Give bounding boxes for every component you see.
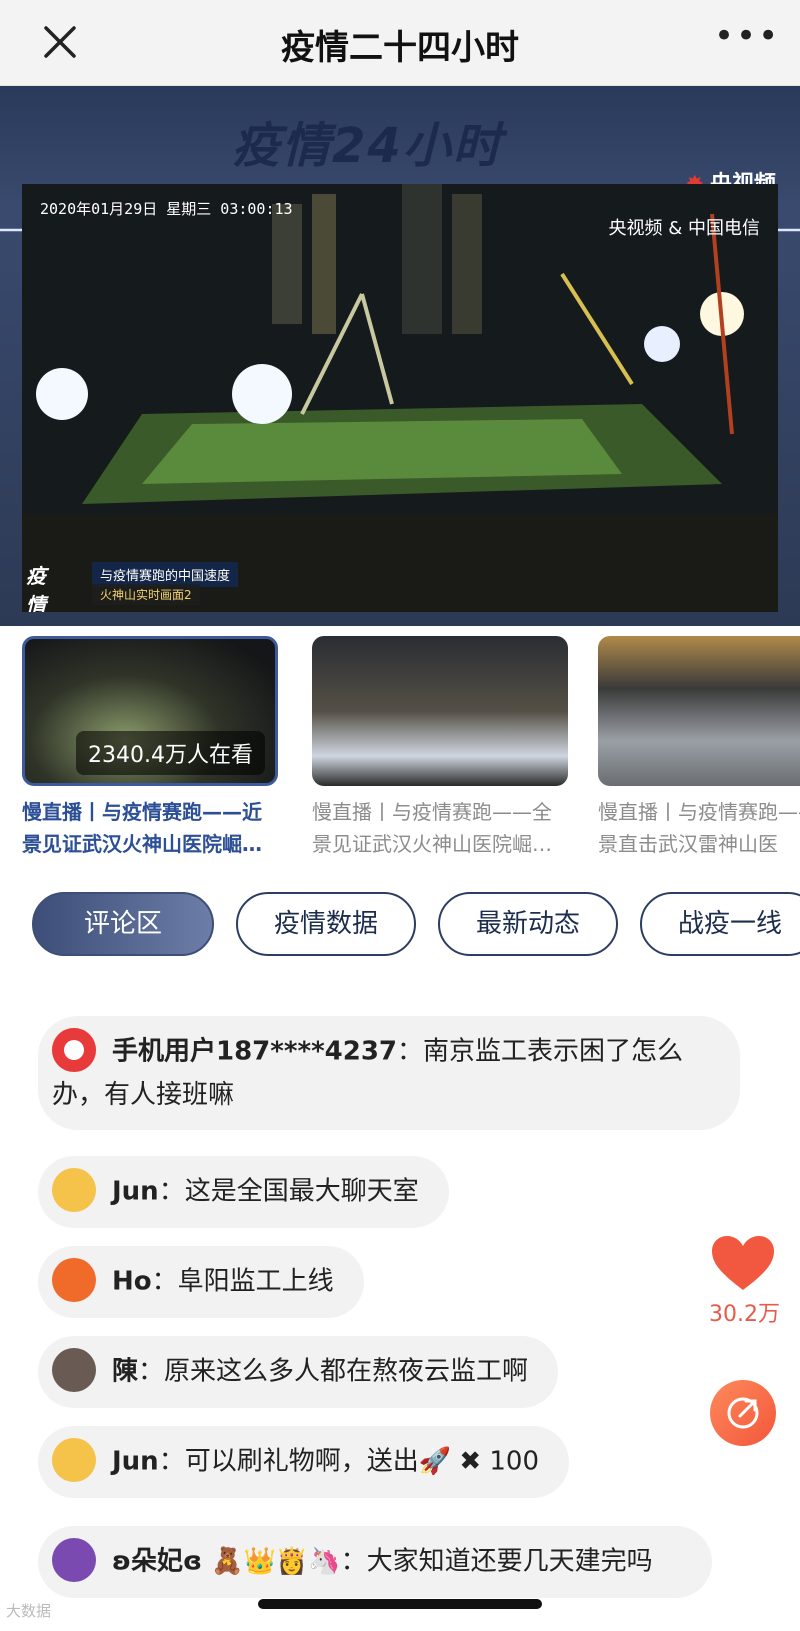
comment-item: 手机用户187****4237：南京监工表示困了怎么办，有人接班嘛 [38,1016,740,1130]
comment-text: ：原来这么多人都在熬夜云监工啊 [138,1356,529,1387]
home-indicator[interactable] [258,1599,542,1609]
thumbnail-image [598,636,800,786]
thumbnail-image: 2340.4万人在看 [22,636,278,786]
comment-text: ：可以刷礼物啊，送出🚀 ✖ 100 [158,1446,540,1477]
section-tabs: 评论区 疫情数据 最新动态 战疫一线 [0,890,800,960]
cow-avatar [52,1438,96,1482]
construction-scene-image [22,184,778,612]
video-timestamp: 2020年01月29日 星期三 03:00:13 [40,200,293,218]
comment-username: 手机用户187****4237 [112,1036,398,1067]
more-dots-icon[interactable]: ••• [714,19,778,56]
comment-text: ：大家知道还要几天建完吗 [340,1546,653,1577]
tab-latest-news[interactable]: 最新动态 [438,892,618,956]
red-circle-avatar [52,1028,96,1072]
page-title: 疫情二十四小时 [281,28,519,68]
comment-text: ：这是全国最大聊天室 [158,1176,419,1207]
comment-text: ：阜阳监工上线 [151,1266,334,1297]
comment-item: 陳：原来这么多人都在熬夜云监工啊 [38,1336,559,1408]
cow-avatar [52,1168,96,1212]
video-brand-watermark: 央视频 & 中国电信 [608,218,760,239]
stream-thumbnail[interactable]: 慢直播丨与疫情赛跑——全景见证武汉火神山医院崛… [312,636,572,860]
caption-logo: 疫情24小时 [26,564,46,612]
top-navigation-bar: 疫情二十四小时 ••• [0,0,800,86]
comment-username: Jun [112,1176,159,1207]
caption-subtitle: 火神山实时画面2 [92,584,200,605]
like-count: 30.2万 [709,1302,780,1327]
share-icon[interactable] [710,1380,776,1446]
comment-item: Ho：阜阳监工上线 [38,1246,364,1318]
purple-photo-avatar [52,1538,96,1582]
thumbnail-image [312,636,568,786]
live-video-player[interactable]: 2020年01月29日 星期三 03:00:13 央视频 & 中国电信 疫情24… [22,184,778,612]
stream-thumbnail[interactable]: 慢直播丨与疫情赛跑——近景直击武汉雷神山医 [598,636,800,860]
orange-pin-avatar [52,1258,96,1302]
comment-username: Ho [112,1266,152,1297]
viewer-count: 2340.4万人在看 [76,731,265,775]
comment-item: Jun：可以刷礼物啊，送出🚀 ✖ 100 [38,1426,570,1498]
tab-comments[interactable]: 评论区 [32,892,214,956]
tab-epidemic-data[interactable]: 疫情数据 [236,892,416,956]
live-banner: ✸央视频 疫情24小时 2020年01月29日 星期三 03:00:13 央视频… [0,86,800,626]
thumbnail-title: 慢直播丨与疫情赛跑——近景见证武汉火神山医院崛… [22,800,262,856]
comment-feed: 手机用户187****4237：南京监工表示困了怎么办，有人接班嘛 Jun：这是… [0,1010,800,1631]
stream-thumbnail[interactable]: 2340.4万人在看 慢直播丨与疫情赛跑——近景见证武汉火神山医院崛… [22,636,282,860]
thumbnail-title: 慢直播丨与疫情赛跑——全景见证武汉火神山医院崛… [312,800,552,856]
comment-username: ʚ朵妃ɞ 🧸👑👸🦄 [112,1546,341,1577]
stream-thumbnail-carousel: 2340.4万人在看 慢直播丨与疫情赛跑——近景见证武汉火神山医院崛… 慢直播丨… [0,636,800,866]
tab-frontline[interactable]: 战疫一线 [640,892,800,956]
comment-username: 陳 [112,1356,139,1387]
heart-icon[interactable] [710,1234,776,1294]
thumbnail-title: 慢直播丨与疫情赛跑——近景直击武汉雷神山医 [598,800,800,856]
watermark: 大数据 [6,1602,52,1620]
comment-username: Jun [112,1446,159,1477]
dog-photo-avatar [52,1348,96,1392]
banner-logo: 疫情24小时 [232,118,503,174]
comment-item: ʚ朵妃ɞ 🧸👑👸🦄：大家知道还要几天建完吗 [38,1526,712,1598]
share-arrow-icon [727,1397,759,1429]
comment-item: Jun：这是全国最大聊天室 [38,1156,449,1228]
